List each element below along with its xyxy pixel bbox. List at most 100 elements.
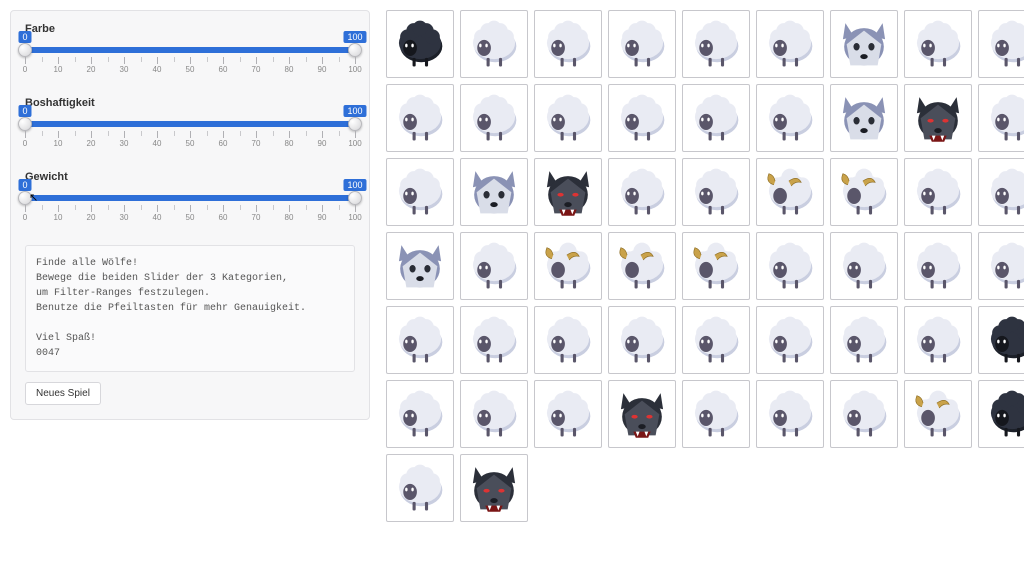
animal-card[interactable]	[904, 232, 972, 300]
animal-card[interactable]	[830, 158, 898, 226]
instructions-closing: Viel Spaß!	[36, 333, 96, 344]
animal-card[interactable]	[756, 232, 824, 300]
animal-card[interactable]	[756, 158, 824, 226]
animal-card[interactable]	[534, 158, 602, 226]
animal-card[interactable]	[904, 10, 972, 78]
slider-track	[25, 121, 355, 127]
animal-card[interactable]	[756, 306, 824, 374]
animal-card[interactable]	[682, 84, 750, 152]
animal-card[interactable]	[756, 10, 824, 78]
sheep-icon	[611, 12, 673, 77]
slider-track	[25, 47, 355, 53]
animal-card[interactable]	[682, 306, 750, 374]
sheep-icon	[537, 308, 599, 373]
animal-card[interactable]	[534, 232, 602, 300]
sheep-icon	[833, 308, 895, 373]
animal-card[interactable]	[682, 10, 750, 78]
sheep-icon	[685, 12, 747, 77]
range-slider[interactable]: 01000102030405060708090100	[25, 113, 355, 157]
animal-card[interactable]	[386, 380, 454, 448]
ram-icon	[907, 382, 969, 447]
animal-card[interactable]	[904, 84, 972, 152]
animal-card[interactable]	[460, 232, 528, 300]
instructions-line1: Bewege die beiden Slider der 3 Kategorie…	[36, 273, 288, 284]
animal-card[interactable]	[608, 232, 676, 300]
sheep-icon	[463, 12, 525, 77]
animal-card[interactable]	[830, 306, 898, 374]
slider-low-thumb[interactable]	[18, 43, 32, 57]
animal-card[interactable]	[978, 380, 1024, 448]
animal-card[interactable]	[608, 306, 676, 374]
instructions-box: Finde alle Wölfe! Bewege die beiden Slid…	[25, 245, 355, 372]
animal-card[interactable]	[386, 84, 454, 152]
animal-card[interactable]	[904, 158, 972, 226]
animal-card[interactable]	[682, 380, 750, 448]
slider-high-thumb[interactable]	[348, 43, 362, 57]
sheep-icon	[759, 382, 821, 447]
animal-card[interactable]	[978, 232, 1024, 300]
animal-card[interactable]	[534, 84, 602, 152]
range-slider[interactable]: 01000102030405060708090100	[25, 39, 355, 83]
slider-high-thumb[interactable]	[348, 191, 362, 205]
animal-card[interactable]	[904, 380, 972, 448]
sheep-icon	[685, 160, 747, 225]
slider-high-thumb[interactable]	[348, 117, 362, 131]
animal-grid	[386, 10, 1024, 522]
slider-low-value: 0	[18, 31, 31, 43]
animal-card[interactable]	[830, 232, 898, 300]
sheep-icon	[833, 382, 895, 447]
animal-card[interactable]	[386, 306, 454, 374]
animal-card[interactable]	[460, 158, 528, 226]
ram-icon	[611, 234, 673, 299]
sheep-icon	[463, 382, 525, 447]
slider-ticks	[25, 57, 355, 63]
animal-card[interactable]	[386, 454, 454, 522]
ram-icon	[537, 234, 599, 299]
animal-card[interactable]	[608, 158, 676, 226]
slider-track	[25, 195, 355, 201]
wolf-light-icon	[833, 86, 895, 151]
sheep-icon	[907, 12, 969, 77]
animal-card[interactable]	[830, 84, 898, 152]
animal-card[interactable]	[534, 380, 602, 448]
animal-card[interactable]	[386, 10, 454, 78]
animal-card[interactable]	[978, 84, 1024, 152]
animal-card[interactable]	[608, 380, 676, 448]
animal-card[interactable]	[756, 380, 824, 448]
sheep-icon	[389, 456, 451, 521]
range-slider[interactable]: 0100↖0102030405060708090100	[25, 187, 355, 231]
animal-card[interactable]	[386, 232, 454, 300]
animal-card[interactable]	[386, 158, 454, 226]
slider-low-thumb[interactable]	[18, 191, 32, 205]
slider-low-thumb[interactable]	[18, 117, 32, 131]
animal-card[interactable]	[978, 10, 1024, 78]
animal-card[interactable]	[978, 158, 1024, 226]
animal-card[interactable]	[904, 306, 972, 374]
animal-card[interactable]	[978, 306, 1024, 374]
new-game-button[interactable]: Neues Spiel	[25, 382, 101, 405]
sheep-icon	[685, 308, 747, 373]
animal-card[interactable]	[608, 84, 676, 152]
animal-card[interactable]	[460, 84, 528, 152]
ram-icon	[685, 234, 747, 299]
animal-card[interactable]	[460, 306, 528, 374]
animal-card[interactable]	[756, 84, 824, 152]
animal-card[interactable]	[460, 380, 528, 448]
animal-card[interactable]	[830, 10, 898, 78]
slider-low-value: 0	[18, 105, 31, 117]
sheep-icon	[981, 12, 1024, 77]
animal-card[interactable]	[534, 306, 602, 374]
slider-high-value: 100	[343, 31, 366, 43]
sheep-icon	[389, 382, 451, 447]
animal-card[interactable]	[460, 10, 528, 78]
slider-ticks	[25, 131, 355, 137]
animal-card[interactable]	[682, 232, 750, 300]
animal-card[interactable]	[534, 10, 602, 78]
sheep-icon	[759, 12, 821, 77]
animal-card[interactable]	[460, 454, 528, 522]
animal-card[interactable]	[830, 380, 898, 448]
ram-icon	[759, 160, 821, 225]
animal-card[interactable]	[608, 10, 676, 78]
sheep-icon	[981, 234, 1024, 299]
animal-card[interactable]	[682, 158, 750, 226]
